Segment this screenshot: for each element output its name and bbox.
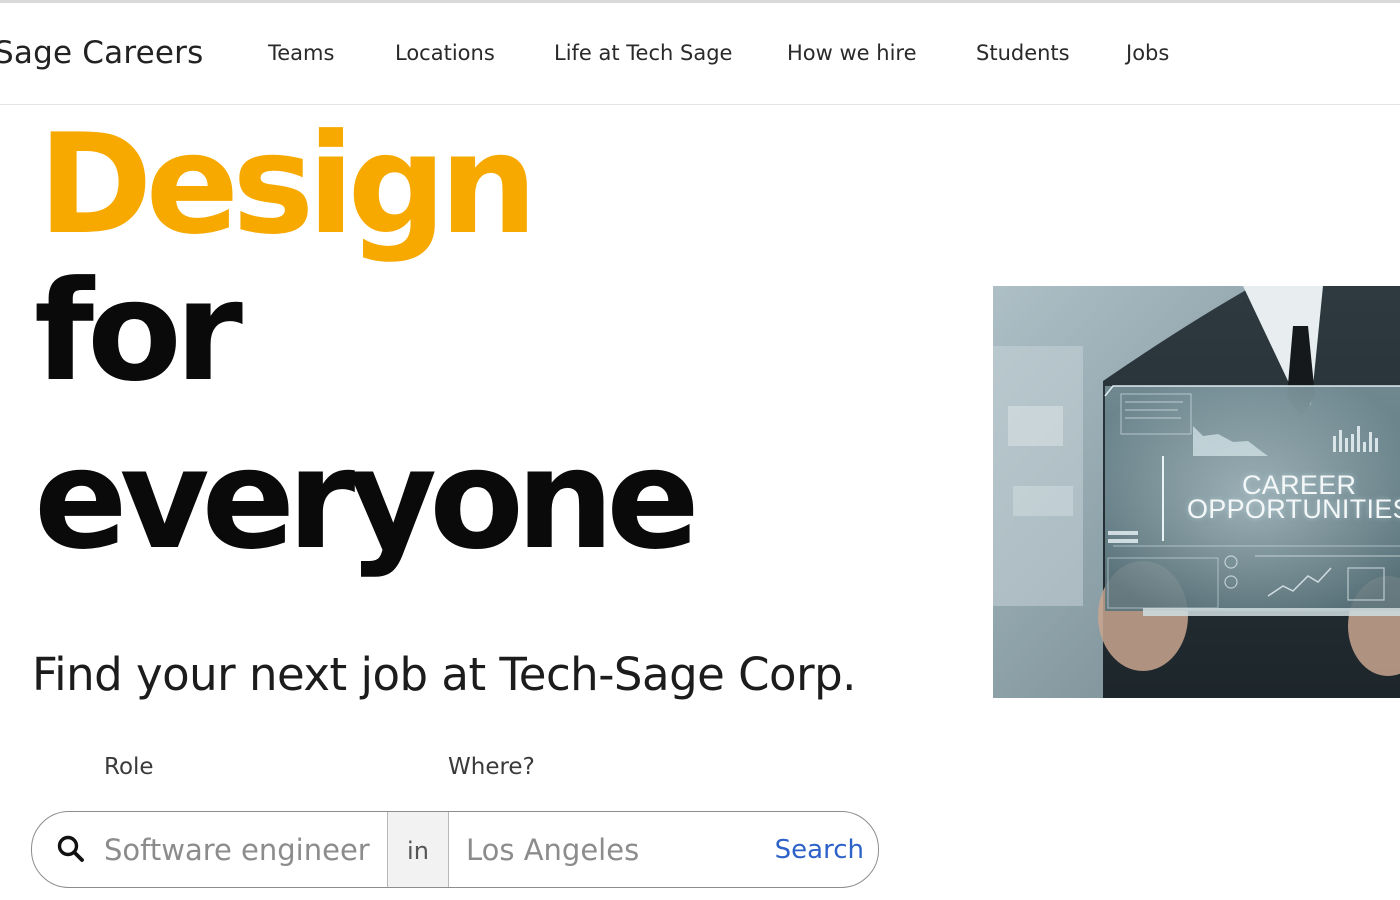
- role-label: Role: [104, 754, 154, 780]
- nav-students[interactable]: Students: [976, 41, 1070, 65]
- image-caption-opportunities: OPPORTUNITIES: [1187, 494, 1400, 524]
- nav-how-we-hire[interactable]: How we hire: [787, 41, 917, 65]
- hero-headline-everyone: everyone: [34, 419, 700, 580]
- hero-subtitle: Find your next job at Tech-Sage Corp.: [32, 648, 856, 701]
- in-separator: in: [387, 812, 449, 887]
- nav-jobs[interactable]: Jobs: [1126, 41, 1169, 65]
- role-input[interactable]: [104, 822, 386, 877]
- search-button[interactable]: Search: [754, 830, 864, 870]
- where-label: Where?: [448, 754, 535, 780]
- hero-headline-for: for: [34, 251, 243, 412]
- location-input[interactable]: [466, 822, 746, 877]
- nav-teams[interactable]: Teams: [268, 41, 334, 65]
- search-icon: [56, 834, 86, 864]
- nav-life-at-tech-sage[interactable]: Life at Tech Sage: [554, 41, 732, 65]
- main-nav: Teams Locations Life at Tech Sage How we…: [0, 3, 1400, 105]
- career-opportunities-image: CAREER OPPORTUNITIES: [993, 286, 1400, 698]
- job-search-bar: in Search: [31, 811, 879, 888]
- nav-locations[interactable]: Locations: [395, 41, 495, 65]
- site-header: Sage Careers Teams Locations Life at Tec…: [0, 3, 1400, 105]
- hero-headline-design: Design: [38, 104, 538, 265]
